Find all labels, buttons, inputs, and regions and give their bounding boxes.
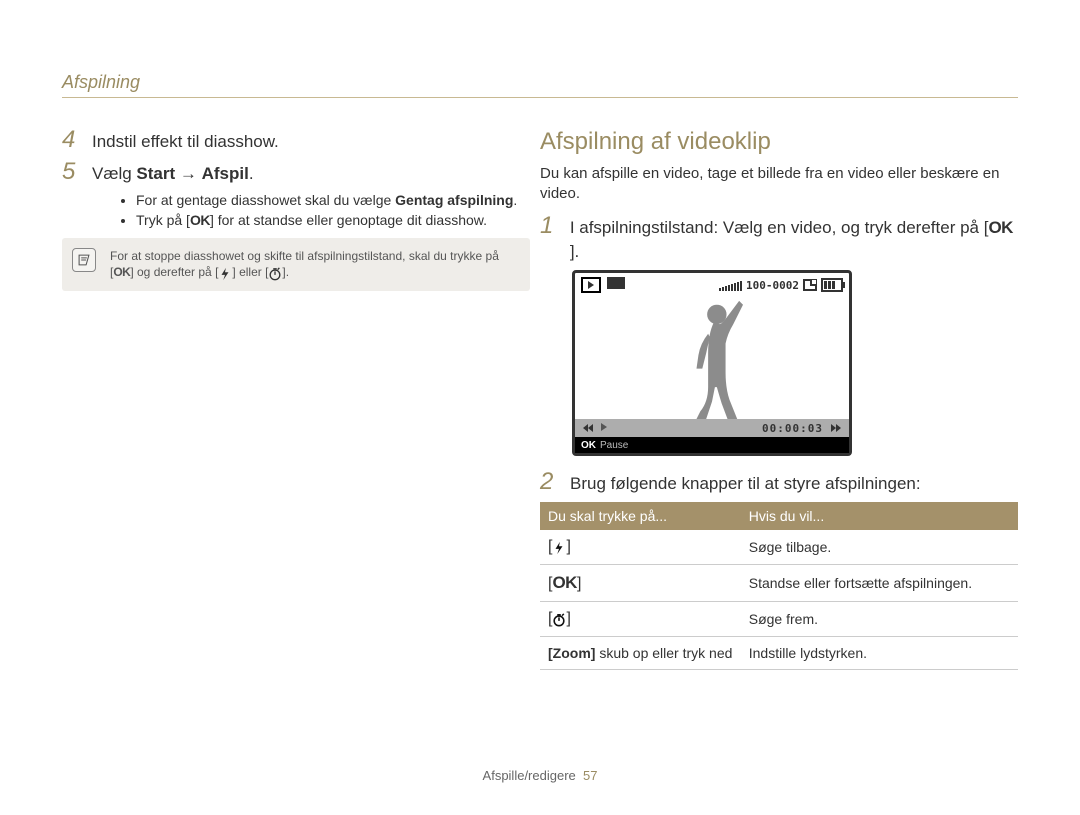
step-number: 2 (540, 470, 560, 494)
timer-icon (268, 265, 282, 281)
step-2: 2 Brug følgende knapper til at styre afs… (540, 470, 1018, 496)
rewind-icon (583, 424, 593, 432)
text: Vælg (92, 164, 136, 183)
volume-icon (719, 279, 742, 291)
table-cell-value: Søge tilbage. (741, 530, 1018, 565)
note-icon (72, 248, 96, 272)
text: → (175, 164, 201, 183)
step-text: Brug følgende knapper til at styre afspi… (570, 470, 921, 496)
step-text: Vælg Start → Afspil. (92, 160, 254, 186)
controls-table: Du skal trykke på... Hvis du vil... [] S… (540, 502, 1018, 670)
footer-label: Afspille/redigere (483, 768, 576, 783)
text: ] eller [ (232, 265, 268, 279)
text-bold: Afspil (202, 164, 249, 183)
text-bold: [Zoom] (548, 645, 595, 661)
text: . (249, 164, 254, 183)
text: skub op eller tryk ned (595, 645, 732, 661)
file-counter: 100-0002 (746, 279, 799, 292)
memory-card-icon (803, 279, 817, 291)
ok-icon: OK (190, 212, 210, 228)
step-number: 4 (62, 128, 82, 152)
text: . (513, 192, 517, 208)
list-item: Tryk på [OK] for at standse eller genopt… (136, 212, 530, 228)
note-box: For at stoppe diasshowet og skifte til a… (62, 238, 530, 291)
ok-icon: OK (552, 573, 577, 593)
text-bold: Gentag afspilning (395, 192, 513, 208)
video-icon (607, 277, 625, 289)
timer-icon (552, 611, 566, 627)
page-number: 57 (583, 768, 597, 783)
table-row: [] Søge tilbage. (540, 530, 1018, 565)
table-cell-key: [Zoom] skub op eller tryk ned (540, 637, 741, 670)
playback-mode-icon (581, 277, 601, 293)
section-title: Afspilning (62, 72, 140, 92)
ok-icon: OK (988, 216, 1013, 240)
table-row: [OK] Standse eller fortsætte afspilninge… (540, 565, 1018, 602)
table-cell-key: [] (540, 602, 741, 637)
text: For at stoppe diasshowet og skifte til a… (110, 249, 499, 263)
flash-icon (218, 265, 232, 281)
text: I afspilningstilstand: Vælg en video, og… (570, 218, 989, 237)
table-header: Du skal trykke på... (540, 502, 741, 530)
step-5: 5 Vælg Start → Afspil. (62, 160, 530, 186)
playback-timer: 00:00:03 (762, 422, 823, 435)
table-cell-key: [] (540, 530, 741, 565)
text-bold: Start (136, 164, 175, 183)
table-cell-value: Standse eller fortsætte afspilningen. (741, 565, 1018, 602)
lcd-footer: OK Pause (575, 437, 849, 453)
intro-paragraph: Du kan afspille en video, tage et billed… (540, 164, 1018, 204)
text: ]. (282, 265, 289, 279)
ok-icon: OK (113, 264, 130, 280)
step-4: 4 Indstil effekt til diasshow. (62, 128, 530, 154)
battery-icon (821, 278, 843, 292)
step-number: 1 (540, 214, 560, 238)
right-column: Afspilning af videoklip Du kan afspille … (540, 128, 1018, 670)
table-cell-value: Indstille lydstyrken. (741, 637, 1018, 670)
flash-icon (552, 539, 566, 555)
step-text: Indstil effekt til diasshow. (92, 128, 279, 154)
table-cell-key: [OK] (540, 565, 741, 602)
step5-bullets: For at gentage diasshowet skal du vælge … (96, 192, 530, 228)
left-column: 4 Indstil effekt til diasshow. 5 Vælg St… (62, 128, 530, 291)
fastforward-icon (831, 424, 841, 432)
list-item: For at gentage diasshowet skal du vælge … (136, 192, 530, 208)
video-preview (575, 295, 849, 421)
text: ] og derefter på [ (130, 265, 218, 279)
table-cell-value: Søge frem. (741, 602, 1018, 637)
note-text: For at stoppe diasshowet og skifte til a… (110, 248, 518, 281)
text: Tryk på [ (136, 212, 190, 228)
table-row: Du skal trykke på... Hvis du vil... (540, 502, 1018, 530)
lcd-status-label: Pause (600, 440, 628, 451)
step-text: I afspilningstilstand: Vælg en video, og… (570, 214, 1018, 264)
table-header: Hvis du vil... (741, 502, 1018, 530)
page-footer: Afspille/redigere 57 (0, 768, 1080, 783)
section-header: Afspilning (62, 72, 1018, 98)
step-1: 1 I afspilningstilstand: Vælg en video, … (540, 214, 1018, 264)
text: For at gentage diasshowet skal du vælge (136, 192, 395, 208)
lcd-control-bar: 00:00:03 (575, 419, 849, 437)
subsection-heading: Afspilning af videoklip (540, 128, 1018, 156)
table-row: [] Søge frem. (540, 602, 1018, 637)
step-number: 5 (62, 160, 82, 184)
table-row: [Zoom] skub op eller tryk ned Indstille … (540, 637, 1018, 670)
text: ]. (570, 242, 579, 261)
lcd-screenshot: 100-0002 (572, 270, 852, 456)
text: ] for at standse eller genoptage dit dia… (210, 212, 487, 228)
play-icon (601, 423, 607, 434)
ok-icon: OK (581, 440, 596, 451)
lcd-status-bar: 100-0002 (575, 273, 849, 295)
